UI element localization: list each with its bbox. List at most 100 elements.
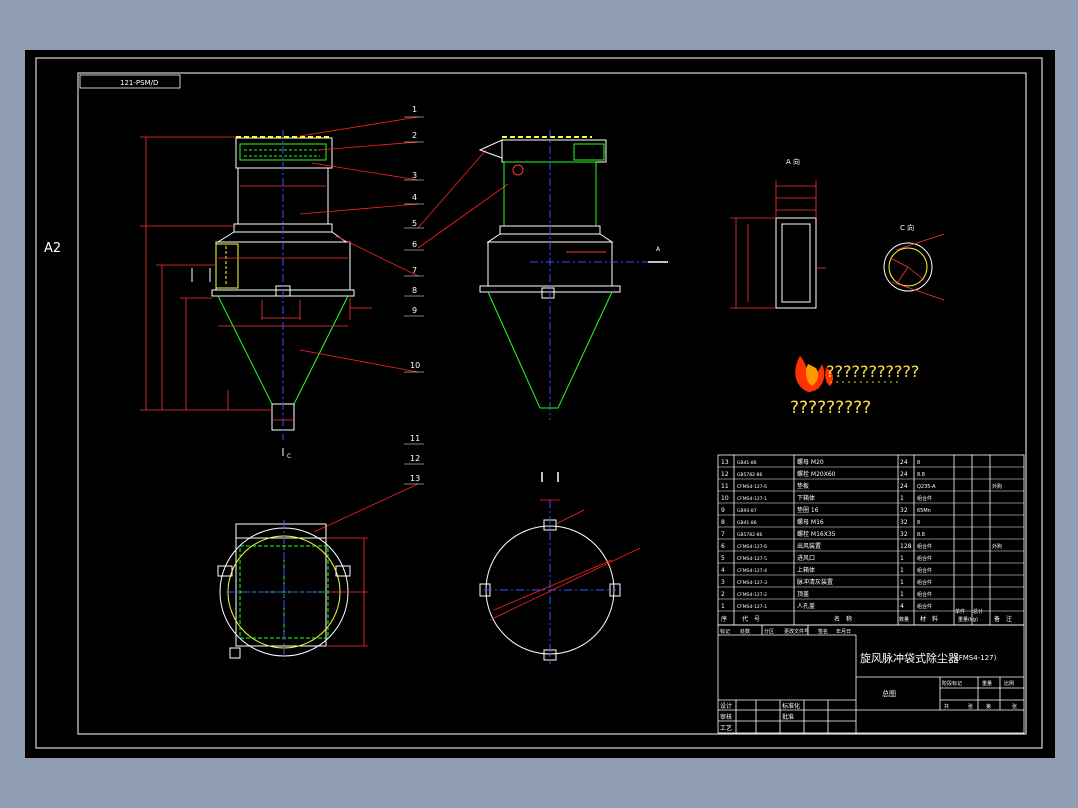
bom-cell-no: 7 [721,531,725,538]
sheet-label-sheets: 张 [968,703,973,710]
sheet-label-total: 共 [944,703,949,710]
drawing-type: 总图 [882,689,896,698]
callout-10: 10 [410,361,420,370]
bom-cell-qty: 32 [900,519,908,526]
bom-cell-no: 6 [721,543,725,550]
bom-cell-code: GB41-86 [737,460,757,466]
bom-cell-mat: 65Mn [917,508,931,514]
bom-cell-qty: 1 [900,579,904,586]
callout-4: 4 [412,193,417,202]
bom-cell-mat: 8 [917,520,920,526]
bom-cell-code: CFMS4-127-1 [737,604,767,610]
bom-cell-code: GB93-87 [737,508,757,514]
bom-cell-qty: 1 [900,555,904,562]
bom-cell-mat: 组合件 [917,591,932,598]
drawing-code: 121-PSM/D [120,79,158,87]
bom-cell-no: 2 [721,591,725,598]
bom-cell-mat: 组合件 [917,495,932,502]
bom-cell-code: GB5782-86 [737,532,763,538]
bom-cell-name: 垫圈 16 [797,506,819,514]
bom-cell-code: GB5782-86 [737,472,763,478]
bom-cell-no: 13 [721,459,729,466]
title-row-label-3: 更改文件号 [784,628,809,635]
bom-cell-qty: 1 [900,567,904,574]
bom-cell-name: 螺栓 M16X35 [797,530,836,538]
bom-cell-no: 4 [721,567,725,574]
bom-cell-name: 顶盖 [797,590,809,598]
bom-header-name: 名 称 [834,615,852,623]
title-row-label-5: 年月日 [836,628,851,635]
callout-11: 11 [410,434,420,443]
bom-cell-name: 垫板 [797,482,809,490]
bom-cell-qty: 4 [900,603,904,610]
bom-cell-qty: 24 [900,471,908,478]
bom-cell-code: CFMS4-127-6 [737,544,767,550]
bom-header-mat: 材 料 [920,615,938,623]
bom-cell-note: 外购 [992,483,1002,490]
logo-line-2: ????????? [790,398,871,418]
bom-cell-mat: 组合件 [917,579,932,586]
bom-cell-name: 螺母 M16 [797,518,824,526]
bom-cell-code: CFMS4-127-2 [737,592,767,598]
sign-label-design: 设计 [720,702,732,710]
callout-3: 3 [412,171,417,180]
bom-header-note: 备 注 [994,615,1012,623]
bom-cell-code: CFMS4-127-3 [737,580,767,586]
bom-cell-no: 12 [721,471,729,478]
title-row-label-1: 处数 [740,628,750,635]
bom-cell-code: CFMS4-127-6 [737,484,767,490]
bom-cell-no: 9 [721,507,725,514]
callout-7: 7 [412,266,417,275]
bom-cell-name: 螺母 M20 [797,458,824,466]
callout-9: 9 [412,306,417,315]
bom-cell-name: 人孔盖 [797,602,815,610]
bom-cell-no: 1 [721,603,725,610]
view-a-title: A 向 [786,157,800,166]
bom-cell-mat: 8.8 [917,532,925,538]
bom-cell-qty: 1 [900,591,904,598]
callout-12: 12 [410,454,420,463]
bom-cell-name: 上箱体 [797,566,815,574]
bom-cell-mat: 8.8 [917,472,925,478]
sign-label-review: 审核 [720,713,732,721]
callout-5: 5 [412,219,417,228]
title-row-label-4: 签名 [818,628,828,635]
callout-13: 13 [410,474,420,483]
bom-cell-no: 11 [721,483,729,490]
bom-header-code: 代 号 [742,615,760,623]
stage-label: 阶段标记 [942,680,962,687]
bom-cell-mat: Q235-A [917,484,936,490]
bom-cell-no: 3 [721,579,725,586]
bom-cell-name: 下箱体 [797,494,815,502]
bom-cell-name: 脉冲清灰装置 [797,578,833,586]
bom-cell-code: CFMS4-127-4 [737,568,767,574]
bom-cell-code: CFMS4-127-1 [737,496,767,502]
bom-header-weight: 重量(kg) [958,616,978,623]
logo-line-1: ??????????? [826,362,919,381]
bom-header-qty: 数量 [899,616,909,623]
weight-label: 重量 [982,680,992,687]
callout-1: 1 [412,105,417,114]
bom-cell-qty: 32 [900,507,908,514]
bom-cell-note: 外购 [992,543,1002,550]
sheet-label-no: 第 [986,703,991,710]
bom-cell-mat: 组合件 [917,567,932,574]
sheet-label-sheet: 张 [1012,703,1017,710]
bom-cell-no: 5 [721,555,725,562]
drawing-model: (FMS4-127) [956,654,997,662]
bom-cell-qty: 24 [900,483,908,490]
bom-cell-no: 8 [721,519,725,526]
bom-cell-name: 进风口 [797,554,815,562]
bom-cell-no: 10 [721,495,729,502]
bom-cell-mat: 组合件 [917,543,932,550]
bom-cell-code: CFMS4-127-5 [737,556,767,562]
sign-label-process: 工艺 [720,724,732,732]
bom-cell-name: 螺栓 M20X60 [797,470,836,478]
callout-8: 8 [412,286,417,295]
std-label-standard: 标准化 [782,702,800,710]
bom-cell-name: 出风装置 [797,542,821,550]
bom-cell-mat: 8 [917,460,920,466]
bom-header-unit: 单件 [955,608,965,615]
title-row-label-2: 分区 [764,628,774,635]
cad-viewport[interactable]: A2 121-PSM/D 1 2 3 4 5 6 7 8 9 10 11 12 … [0,0,1078,808]
